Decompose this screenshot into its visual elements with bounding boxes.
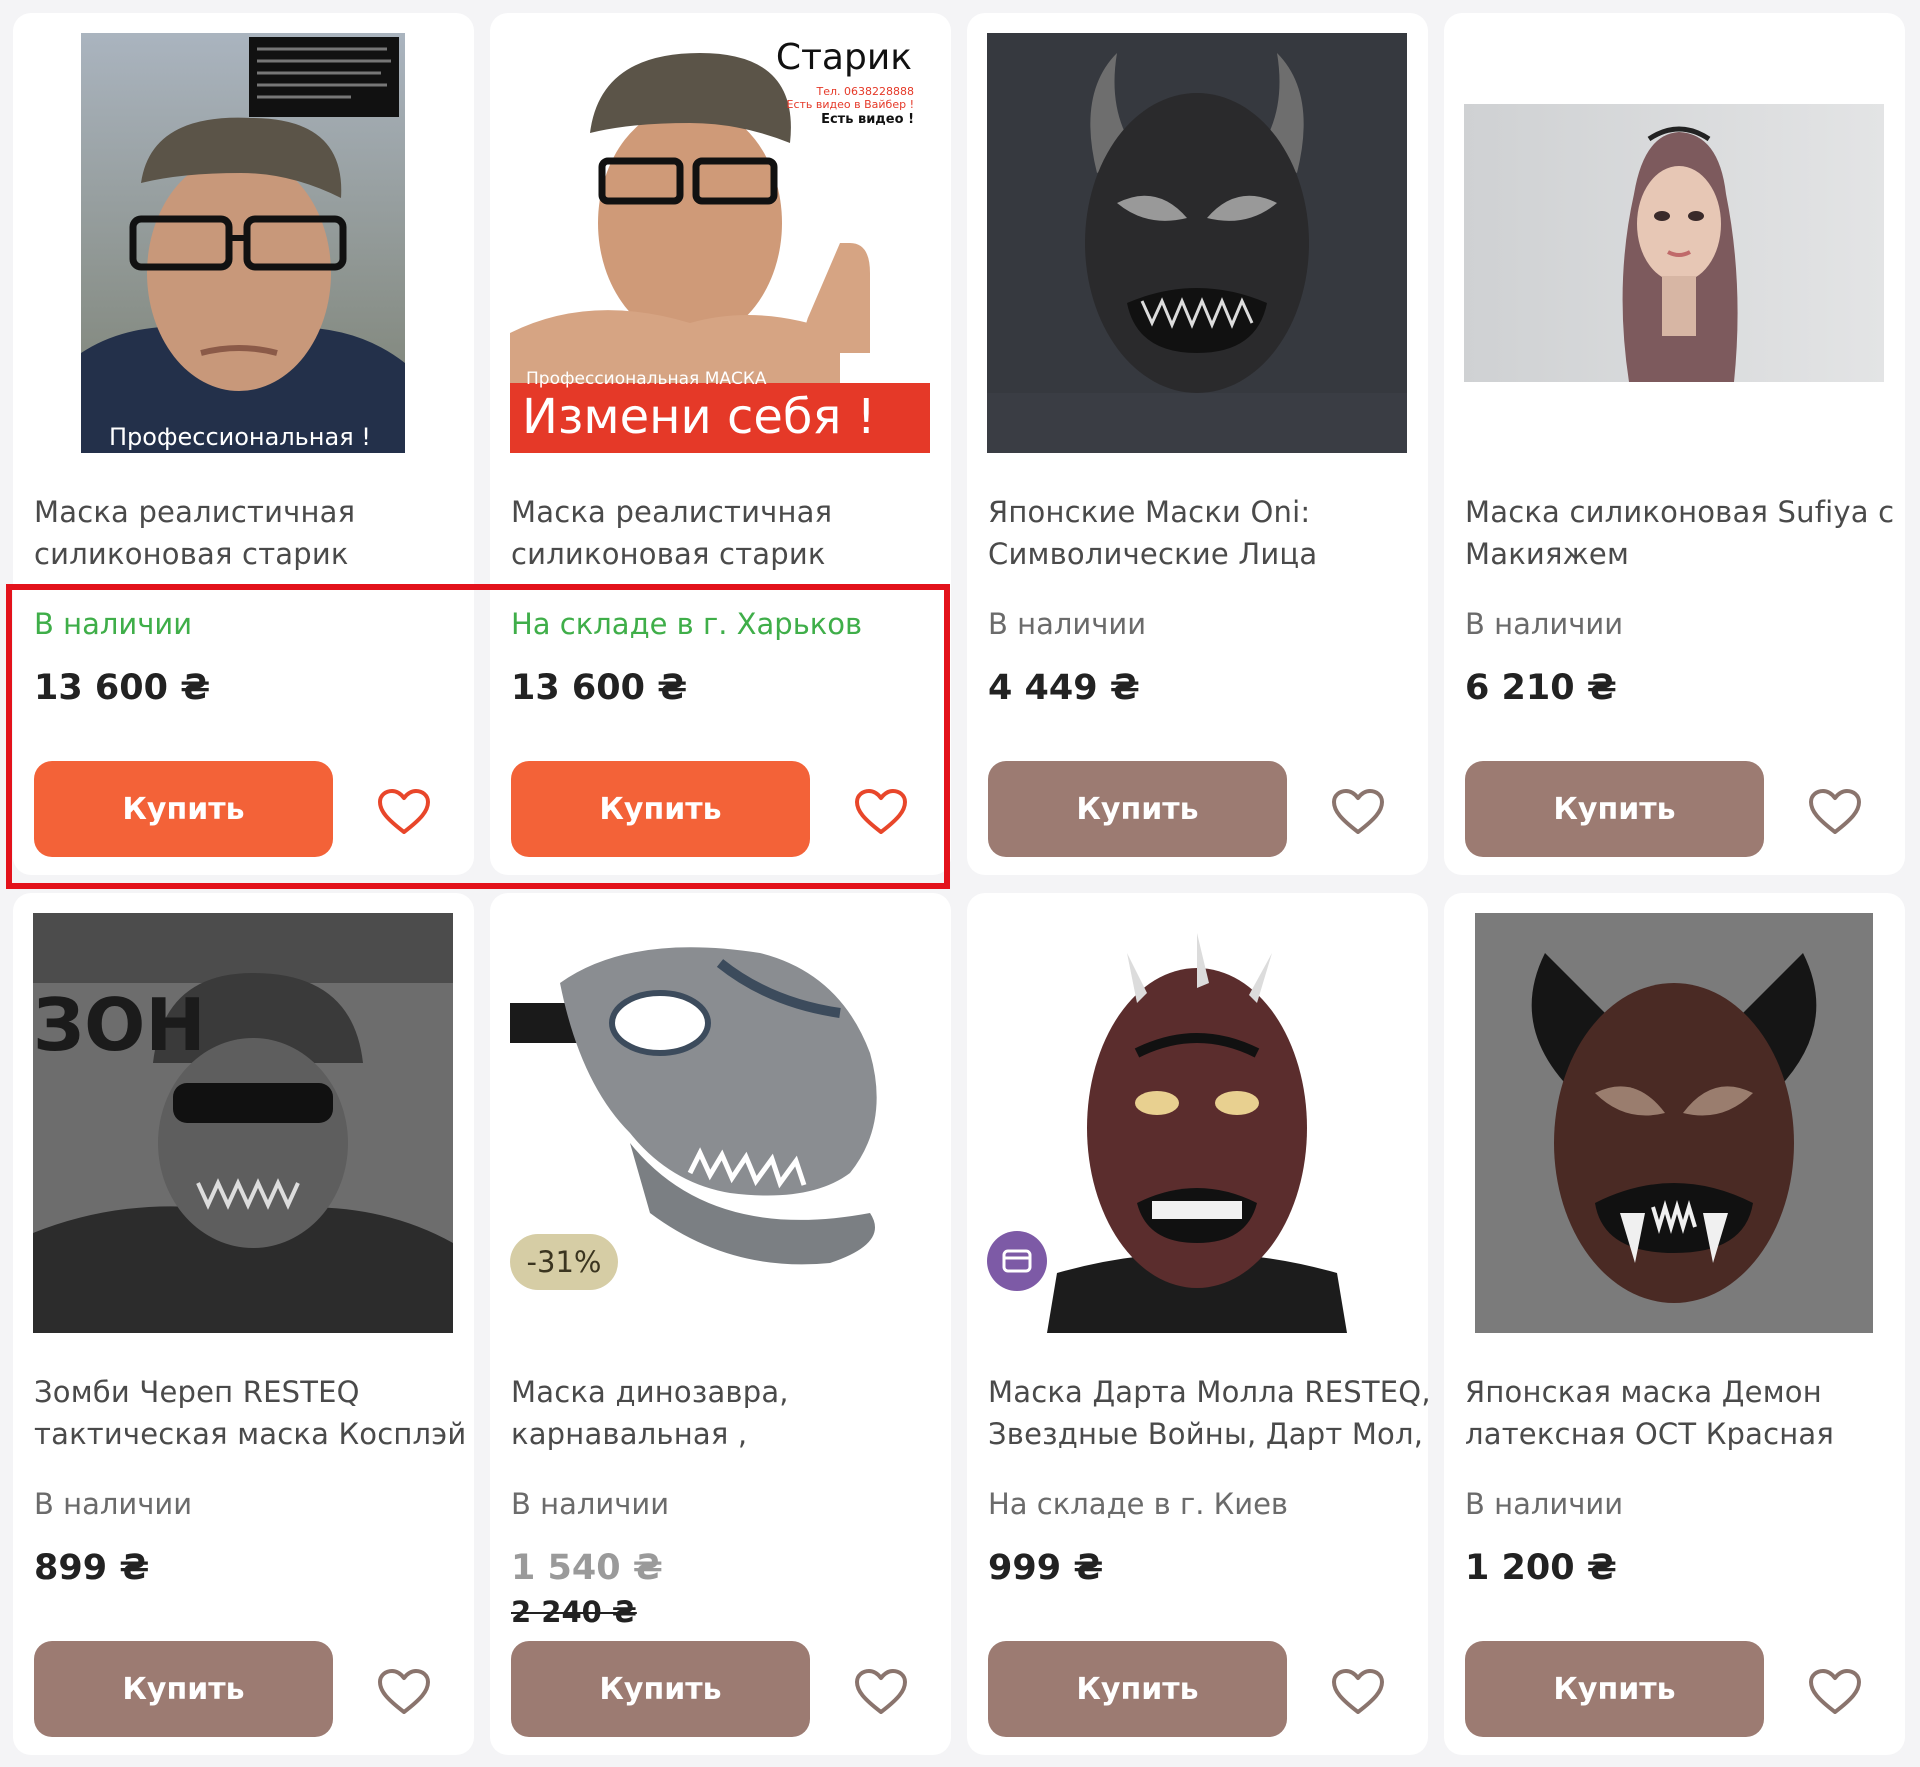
buy-button[interactable]: Купить bbox=[511, 761, 810, 857]
stock-status: На складе в г. Киев bbox=[988, 1487, 1289, 1521]
product-card[interactable]: Японские Маски Oni: Символические Лица В… bbox=[967, 13, 1428, 875]
favorite-heart-icon[interactable] bbox=[854, 788, 908, 836]
product-card[interactable]: -31% Маска динозавра, карнавальная , В н… bbox=[490, 893, 951, 1755]
stock-status: В наличии bbox=[1465, 607, 1624, 641]
product-title[interactable]: Маска силиконовая Sufiya с Макияжем bbox=[1465, 491, 1894, 575]
product-title[interactable]: Японские Маски Oni: Символические Лица bbox=[988, 491, 1408, 575]
product-card[interactable]: Маска силиконовая Sufiya с Макияжем В на… bbox=[1444, 13, 1905, 875]
buy-button[interactable]: Купить bbox=[511, 1641, 810, 1737]
zombie-skull-mask-icon: ЗОН bbox=[33, 913, 453, 1333]
image-wall-text: ЗОН bbox=[33, 983, 206, 1067]
discount-badge: -31% bbox=[510, 1234, 618, 1290]
image-small-text: Есть видео ! bbox=[821, 112, 914, 127]
female-silicone-mask-icon bbox=[1464, 104, 1884, 382]
buy-button[interactable]: Купить bbox=[988, 761, 1287, 857]
stock-status: В наличии bbox=[1465, 1487, 1624, 1521]
product-card[interactable]: Профессиональная ! Маска реалистичная си… bbox=[13, 13, 474, 875]
product-image[interactable] bbox=[987, 33, 1407, 453]
product-card[interactable]: ЗОН Зомби Череп RESTEQ тактическая маска… bbox=[13, 893, 474, 1755]
product-card[interactable]: Маска Дарта Молла RESTEQ, Звездные Войны… bbox=[967, 893, 1428, 1755]
product-price: 4 449 ₴ bbox=[988, 668, 1140, 708]
stock-status: В наличии bbox=[511, 1487, 670, 1521]
image-small-text: Профессиональная МАСКА bbox=[526, 369, 767, 389]
product-image[interactable]: Старик Тел. 0638228888 Есть видео в Вайб… bbox=[510, 33, 930, 453]
image-small-text: Есть видео в Вайбер ! bbox=[786, 98, 914, 111]
product-title[interactable]: Зомби Череп RESTEQ тактическая маска Кос… bbox=[34, 1371, 466, 1455]
demon-mask-icon bbox=[1475, 913, 1873, 1333]
buy-button[interactable]: Купить bbox=[1465, 1641, 1764, 1737]
installment-card-icon bbox=[987, 1231, 1047, 1291]
favorite-heart-icon[interactable] bbox=[1808, 788, 1862, 836]
product-title[interactable]: Маска реалистичная силиконовая старик bbox=[511, 491, 931, 575]
buy-button[interactable]: Купить bbox=[988, 1641, 1287, 1737]
old-man-mask-thumbs-up-icon: Старик Тел. 0638228888 Есть видео в Вайб… bbox=[510, 33, 930, 453]
product-price: 1 200 ₴ bbox=[1465, 1548, 1617, 1588]
old-man-mask-photo-icon: Профессиональная ! bbox=[81, 33, 405, 453]
product-card[interactable]: Старик Тел. 0638228888 Есть видео в Вайб… bbox=[490, 13, 951, 875]
favorite-heart-icon[interactable] bbox=[1331, 1668, 1385, 1716]
product-image[interactable] bbox=[1464, 913, 1884, 1333]
product-price: 13 600 ₴ bbox=[34, 668, 211, 708]
product-price: 6 210 ₴ bbox=[1465, 668, 1617, 708]
product-title[interactable]: Маска реалистичная силиконовая старик bbox=[34, 491, 454, 575]
stock-status: На складе в г. Харьков bbox=[511, 607, 863, 641]
favorite-heart-icon[interactable] bbox=[854, 1668, 908, 1716]
product-title[interactable]: Маска Дарта Молла RESTEQ, Звездные Войны… bbox=[988, 1371, 1428, 1455]
image-overlay-text: Профессиональная ! bbox=[109, 423, 371, 451]
old-price: 2 240 ₴ bbox=[511, 1595, 637, 1629]
product-price: 899 ₴ bbox=[34, 1548, 150, 1588]
favorite-heart-icon[interactable] bbox=[377, 788, 431, 836]
stock-status: В наличии bbox=[34, 607, 193, 641]
darth-maul-mask-icon bbox=[987, 913, 1407, 1333]
buy-button[interactable]: Купить bbox=[34, 1641, 333, 1737]
product-price: 999 ₴ bbox=[988, 1548, 1104, 1588]
product-card[interactable]: Японская маска Демон латексная OCT Красн… bbox=[1444, 893, 1905, 1755]
product-price: 13 600 ₴ bbox=[511, 668, 688, 708]
product-price: 1 540 ₴ bbox=[511, 1548, 663, 1588]
favorite-heart-icon[interactable] bbox=[1808, 1668, 1862, 1716]
buy-button[interactable]: Купить bbox=[1465, 761, 1764, 857]
product-title[interactable]: Маска динозавра, карнавальная , bbox=[511, 1371, 931, 1455]
product-image[interactable] bbox=[987, 913, 1407, 1333]
image-heading-text: Старик bbox=[775, 37, 912, 78]
product-image[interactable]: ЗОН bbox=[33, 913, 453, 1333]
stock-status: В наличии bbox=[988, 607, 1147, 641]
product-image[interactable] bbox=[1464, 33, 1884, 453]
product-image[interactable]: Профессиональная ! bbox=[33, 33, 453, 453]
favorite-heart-icon[interactable] bbox=[1331, 788, 1385, 836]
oni-mask-icon bbox=[987, 33, 1407, 453]
image-banner-text: Измени себя ! bbox=[522, 389, 876, 445]
product-title[interactable]: Японская маска Демон латексная OCT Красн… bbox=[1465, 1371, 1885, 1455]
stock-status: В наличии bbox=[34, 1487, 193, 1521]
product-grid: Профессиональная ! Маска реалистичная си… bbox=[13, 13, 1905, 1755]
buy-button[interactable]: Купить bbox=[34, 761, 333, 857]
image-small-text: Тел. 0638228888 bbox=[816, 85, 915, 98]
favorite-heart-icon[interactable] bbox=[377, 1668, 431, 1716]
